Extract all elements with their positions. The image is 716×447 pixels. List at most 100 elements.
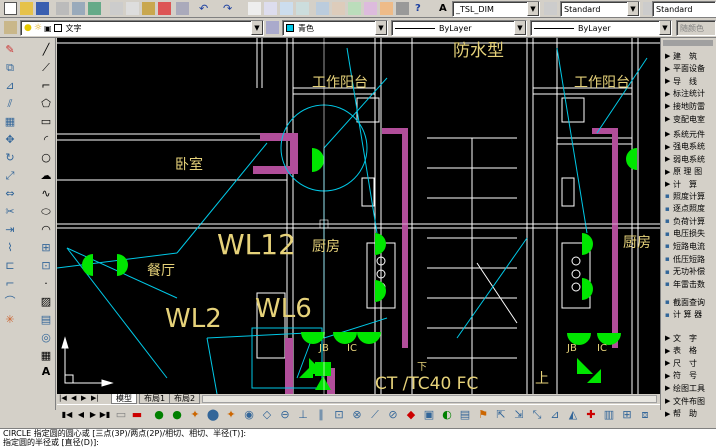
snap-none-icon[interactable]: ⊘ (385, 407, 401, 423)
offset-icon[interactable]: ⫽ (2, 96, 18, 112)
tab-nav-last-icon[interactable]: ▶| (91, 394, 99, 402)
text-style-icon[interactable]: A (438, 2, 451, 15)
stretch-icon[interactable]: ⇔ (2, 186, 18, 202)
layer-combo[interactable]: ● ☼ ▣ 文字 ▼ (20, 20, 264, 36)
block-editor-icon[interactable] (176, 2, 189, 15)
mtext-icon[interactable]: A (38, 364, 54, 380)
side-menu-item[interactable]: ▶ 原 理 图 (665, 166, 702, 178)
dim-style-combo[interactable]: Standard ▼ (560, 1, 640, 17)
polyline-icon[interactable]: ⌐ (38, 78, 54, 94)
table-style-combo[interactable]: Standard (652, 1, 716, 17)
rotate-icon[interactable]: ↻ (2, 150, 18, 166)
snap-quadrant-icon[interactable]: ◇ (259, 407, 275, 423)
snap-intersection-icon[interactable]: ✦ (187, 407, 203, 423)
polygon-icon[interactable]: ⬠ (38, 96, 54, 112)
side-menu-item[interactable]: ▶ 符 号 (665, 370, 697, 382)
tool-j-icon[interactable]: ◭ (565, 407, 581, 423)
tool-a-icon[interactable]: ◆ (403, 407, 419, 423)
chevron-down-icon[interactable]: ▼ (251, 21, 263, 35)
side-menu-item[interactable]: ▶ 表 格 (665, 345, 697, 357)
tool-palette-icon[interactable] (348, 2, 361, 15)
extend-icon[interactable]: ⇥ (2, 222, 18, 238)
circle-icon[interactable]: ○ (38, 150, 54, 166)
redo-icon[interactable]: ↷ (222, 2, 235, 15)
chevron-down-icon[interactable]: ▼ (527, 2, 539, 16)
join-icon[interactable]: ⊏ (2, 258, 18, 274)
tool-n-icon[interactable]: ⧈ (637, 407, 653, 423)
paste-icon[interactable] (142, 2, 155, 15)
preview-icon[interactable] (72, 2, 85, 15)
snap-nearest-icon[interactable]: ⟋ (367, 407, 383, 423)
erase-icon[interactable]: ✎ (2, 42, 18, 58)
arc-icon[interactable]: ◜ (38, 132, 54, 148)
side-menu-item[interactable]: ▶ 文件布图 (665, 395, 705, 407)
tool-m-icon[interactable]: ⊞ (619, 407, 635, 423)
array-icon[interactable]: ▦ (2, 114, 18, 130)
tool-f-icon[interactable]: ⇱ (493, 407, 509, 423)
last-icon[interactable]: ▶▮ (97, 407, 113, 423)
side-menu-item[interactable]: ▶ 导 线 (665, 75, 697, 87)
revcloud-icon[interactable]: ☁ (38, 168, 54, 184)
tool-k-icon[interactable]: ✚ (583, 407, 599, 423)
side-menu-item[interactable]: ▪ 截面查询 (665, 296, 705, 308)
construction-line-icon[interactable]: ⟋ (38, 60, 54, 76)
tool-e-icon[interactable]: ⚑ (475, 407, 491, 423)
tool-c-icon[interactable]: ◐ (439, 407, 455, 423)
tab-nav-prev-icon[interactable]: ◀ (71, 394, 76, 402)
command-line[interactable]: CIRCLE 指定圆的圆心或 [三点(3P)/两点(2P)/相切、相切、半径(T… (0, 428, 716, 447)
horizontal-scrollbar[interactable] (202, 395, 657, 403)
region-icon[interactable]: ◎ (38, 330, 54, 346)
tool-g-icon[interactable]: ⇲ (511, 407, 527, 423)
side-menu-item[interactable]: ▶ 强电系统 (665, 141, 705, 153)
explode-icon[interactable]: ✳ (2, 312, 18, 328)
side-menu-item[interactable]: ▪ 照度计算 (665, 190, 705, 202)
tool-l-icon[interactable]: ▥ (601, 407, 617, 423)
table-icon[interactable]: ▦ (38, 348, 54, 364)
snap-center-icon[interactable]: ◉ (241, 407, 257, 423)
zoom-previous-icon[interactable] (296, 2, 309, 15)
side-menu-item[interactable]: ▶ 平面设备 (665, 63, 705, 75)
side-menu-item[interactable]: ▶ 弱电系统 (665, 153, 705, 165)
calculator-icon[interactable] (396, 2, 409, 15)
hatch-icon[interactable]: ▨ (38, 294, 54, 310)
tab-model[interactable]: 模型 (111, 394, 137, 404)
tool-b-icon[interactable]: ▣ (421, 407, 437, 423)
lineweight-combo[interactable]: ByLayer ▼ (530, 20, 672, 36)
side-menu-item[interactable]: ▶ 计 算 (665, 178, 697, 190)
insert-block-icon[interactable]: ⊞ (38, 240, 54, 256)
rectangle-icon[interactable]: ▭ (38, 114, 54, 130)
side-menu-item[interactable]: ▶ 尺 寸 (665, 357, 697, 369)
snap-apparent-icon[interactable]: ⬤ (205, 407, 221, 423)
tool-d-icon[interactable]: ▤ (457, 407, 473, 423)
copy-object-icon[interactable]: ⧉ (2, 60, 18, 76)
side-menu-item[interactable]: ▶ 接地防雷 (665, 100, 705, 112)
chevron-down-icon[interactable]: ▼ (514, 21, 526, 35)
chamfer-icon[interactable]: ⌐ (2, 276, 18, 292)
pan-icon[interactable] (248, 2, 261, 15)
zoom-realtime-icon[interactable] (264, 2, 277, 15)
side-menu-item[interactable]: ▶ 变配电室 (665, 113, 705, 125)
side-menu-item[interactable]: ▪ 无功补偿 (665, 266, 705, 278)
publish-icon[interactable] (88, 2, 101, 15)
make-current-icon[interactable] (266, 21, 279, 34)
scale-icon[interactable]: ⤢ (2, 168, 18, 184)
drawing-canvas[interactable]: 防水型 工作阳台 工作阳台 卧室 WL12 厨房 厨房 餐厅 WL2 WL6 J… (57, 38, 660, 394)
ellipse-arc-icon[interactable]: ◠ (38, 222, 54, 238)
tool-h-icon[interactable]: ⤡ (529, 407, 545, 423)
chevron-down-icon[interactable]: ▼ (659, 21, 671, 35)
color-combo[interactable]: 青色 ▼ (282, 20, 388, 36)
chevron-down-icon[interactable]: ▼ (375, 21, 387, 35)
point-icon[interactable]: · (38, 276, 54, 292)
tab-nav-next-icon[interactable]: ▶ (81, 394, 86, 402)
sheet-set-icon[interactable] (364, 2, 377, 15)
cut-icon[interactable] (110, 2, 123, 15)
snap-insert-icon[interactable]: ⊡ (331, 407, 347, 423)
dim-style-icon[interactable] (544, 2, 557, 15)
side-menu-item[interactable]: ▪ 电压损失 (665, 228, 705, 240)
new-file-icon[interactable] (4, 2, 17, 15)
snap-red-icon[interactable]: ▬ (129, 407, 145, 423)
mirror-icon[interactable]: ⊿ (2, 78, 18, 94)
layer-manager-icon[interactable] (4, 21, 17, 34)
snap-node-icon[interactable]: ⊗ (349, 407, 365, 423)
side-menu-item[interactable]: ▪ 低压短路 (665, 253, 705, 265)
